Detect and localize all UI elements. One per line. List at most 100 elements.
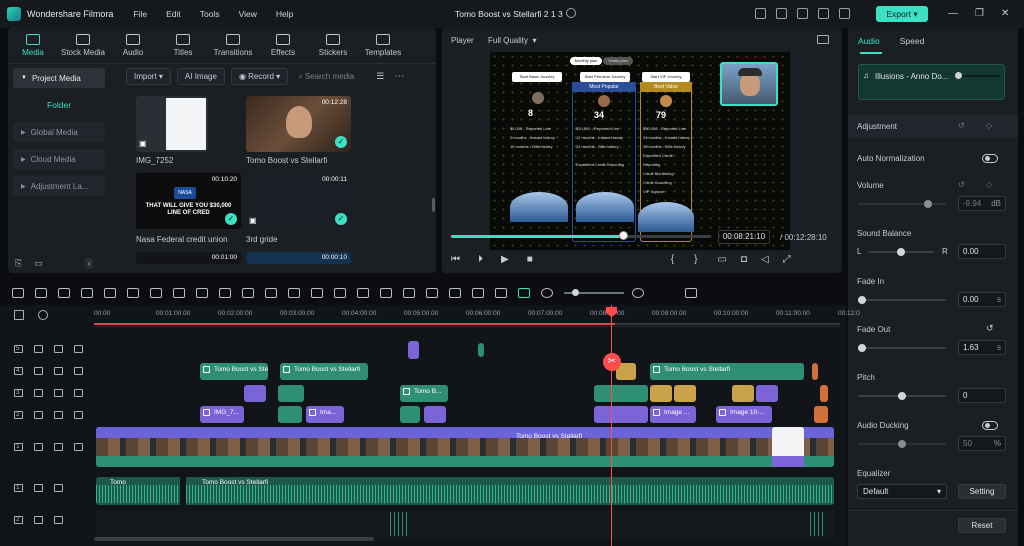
mark-out-icon[interactable]: } bbox=[694, 254, 697, 265]
adjustment-section[interactable]: Adjustment ↺ ◇ bbox=[848, 115, 1018, 137]
volume-slider[interactable] bbox=[858, 200, 946, 208]
redo-icon[interactable] bbox=[81, 288, 93, 298]
search-input[interactable]: ⌕ Search media bbox=[298, 72, 354, 82]
fade-in-slider[interactable] bbox=[858, 296, 946, 304]
microphone-icon[interactable] bbox=[472, 288, 484, 298]
camera-icon[interactable]: ◘ bbox=[741, 254, 747, 265]
playback-scrubber[interactable] bbox=[451, 231, 711, 240]
snap-icon[interactable] bbox=[518, 288, 530, 298]
tab-speed[interactable]: Speed bbox=[890, 36, 935, 46]
reset-icon[interactable]: ↺ bbox=[958, 121, 965, 130]
lock-icon[interactable] bbox=[33, 516, 43, 524]
timeline-clip[interactable] bbox=[594, 385, 648, 402]
reset-icon[interactable]: ↺ bbox=[958, 180, 965, 189]
selected-clip-card[interactable]: ♫ Illusions - Anno Do... bbox=[858, 64, 1005, 100]
media-item-thumbnail[interactable]: 00:00:11 ▣ ✓ bbox=[246, 173, 351, 229]
equalizer-select[interactable]: Default ▾ bbox=[857, 484, 947, 499]
account-icon[interactable] bbox=[839, 8, 850, 19]
speaker-icon[interactable] bbox=[53, 389, 63, 397]
marker-icon[interactable] bbox=[426, 288, 438, 298]
snapshot-icon[interactable] bbox=[817, 35, 829, 44]
auto-normalization-toggle[interactable] bbox=[982, 154, 998, 163]
sidebar-item-folder[interactable]: Folder bbox=[13, 95, 105, 115]
keyframe-icon[interactable]: ◇ bbox=[986, 180, 992, 189]
save-icon[interactable] bbox=[776, 8, 787, 19]
eye-icon[interactable] bbox=[73, 389, 83, 397]
timeline-clip[interactable] bbox=[812, 363, 818, 380]
timeline-clip[interactable] bbox=[772, 427, 804, 467]
speed-icon[interactable] bbox=[219, 288, 231, 298]
select-tool-icon[interactable] bbox=[35, 288, 47, 298]
speaker-icon[interactable] bbox=[53, 443, 63, 451]
zoom-slider-handle[interactable] bbox=[572, 289, 579, 296]
picture-in-picture-overlay[interactable] bbox=[720, 62, 778, 106]
lock-icon[interactable] bbox=[33, 389, 43, 397]
tab-audio[interactable]: Audio bbox=[108, 28, 158, 63]
adjust-icon[interactable] bbox=[357, 288, 369, 298]
speaker-icon[interactable] bbox=[53, 411, 63, 419]
speaker-icon[interactable] bbox=[53, 516, 63, 524]
audio-track-clips[interactable]: Tomo Tomo Boost vs Stellarfi bbox=[96, 477, 834, 505]
zoom-in-icon[interactable] bbox=[632, 288, 644, 298]
timeline-clip[interactable] bbox=[674, 385, 696, 402]
timeline-clip[interactable]: Image ... bbox=[650, 406, 696, 423]
color-icon[interactable] bbox=[242, 288, 254, 298]
delete-icon[interactable] bbox=[104, 288, 116, 298]
timeline-clip[interactable]: Image 10-... bbox=[716, 406, 772, 423]
lock-icon[interactable] bbox=[33, 345, 43, 353]
timeline-clip[interactable] bbox=[278, 385, 304, 402]
motion-track-icon[interactable] bbox=[311, 288, 323, 298]
speaker-icon[interactable] bbox=[53, 484, 63, 492]
equalizer-setting-button[interactable]: Setting bbox=[958, 484, 1006, 499]
close-icon[interactable]: ✕ bbox=[1001, 8, 1009, 19]
sidebar-item-adjustment-layer[interactable]: ▶ Adjustment La... bbox=[13, 176, 105, 196]
more-icon[interactable]: ⋯ bbox=[394, 71, 404, 82]
eye-icon[interactable] bbox=[73, 411, 83, 419]
display-icon[interactable]: ▭ bbox=[717, 254, 726, 265]
timeline-clip[interactable] bbox=[478, 343, 484, 357]
ai-icon[interactable] bbox=[495, 288, 507, 298]
tab-effects[interactable]: Effects bbox=[258, 28, 308, 63]
audio-ducking-handle[interactable] bbox=[898, 440, 906, 448]
play-icon[interactable]: ▶ bbox=[501, 254, 509, 265]
link-icon[interactable] bbox=[38, 310, 48, 320]
folder-icon[interactable]: ▭ bbox=[34, 258, 43, 269]
timeline-clip[interactable] bbox=[408, 341, 419, 359]
lock-icon[interactable] bbox=[33, 367, 43, 375]
ai-image-button[interactable]: AI Image bbox=[176, 68, 225, 85]
play-reverse-icon[interactable]: ⏵ bbox=[478, 254, 483, 265]
tab-media[interactable]: Media bbox=[8, 28, 58, 63]
minimize-icon[interactable]: — bbox=[948, 8, 958, 19]
zoom-out-icon[interactable] bbox=[541, 288, 553, 298]
mask-icon[interactable] bbox=[334, 288, 346, 298]
pitch-value[interactable]: 0 bbox=[958, 388, 1006, 403]
pitch-handle[interactable] bbox=[898, 392, 906, 400]
layout-icon[interactable] bbox=[755, 8, 766, 19]
lock-icon[interactable] bbox=[33, 484, 43, 492]
media-item-thumbnail[interactable]: NASA THAT WILL GIVE YOU $30,000 LINE OF … bbox=[136, 173, 241, 229]
export-button[interactable]: Export ▾ bbox=[876, 6, 928, 22]
grid-icon[interactable] bbox=[818, 8, 829, 19]
timeline-clip[interactable] bbox=[820, 385, 828, 402]
add-track-icon[interactable] bbox=[14, 310, 24, 320]
timeline-clip[interactable]: Tomo Boost vs Stellarfi bbox=[650, 363, 804, 380]
speaker-icon[interactable] bbox=[53, 367, 63, 375]
main-video-track-clips[interactable]: Tomo Boost vs Stellarfi bbox=[96, 427, 834, 467]
waveform-icon[interactable] bbox=[380, 288, 392, 298]
fade-out-value[interactable]: 1.63 s bbox=[958, 340, 1006, 355]
crop-icon[interactable] bbox=[150, 288, 162, 298]
sidebar-item-global-media[interactable]: ▶ Global Media bbox=[13, 122, 105, 142]
timer-icon[interactable] bbox=[288, 288, 300, 298]
layout-switch-icon[interactable] bbox=[12, 288, 24, 298]
tab-titles[interactable]: Titles bbox=[158, 28, 208, 63]
stop-icon[interactable]: ■ bbox=[527, 254, 533, 265]
sound-balance-slider[interactable] bbox=[868, 248, 934, 256]
timeline-clip[interactable] bbox=[244, 385, 266, 402]
previous-frame-icon[interactable]: ⏮ bbox=[451, 254, 460, 265]
collapse-sidebar-icon[interactable]: ‹ bbox=[84, 257, 94, 269]
sound-balance-handle[interactable] bbox=[897, 248, 905, 256]
tab-stickers[interactable]: Stickers bbox=[308, 28, 358, 63]
timeline-clip[interactable] bbox=[814, 406, 828, 423]
timeline-clip[interactable] bbox=[732, 385, 754, 402]
import-button[interactable]: Import ▾ bbox=[126, 68, 171, 85]
